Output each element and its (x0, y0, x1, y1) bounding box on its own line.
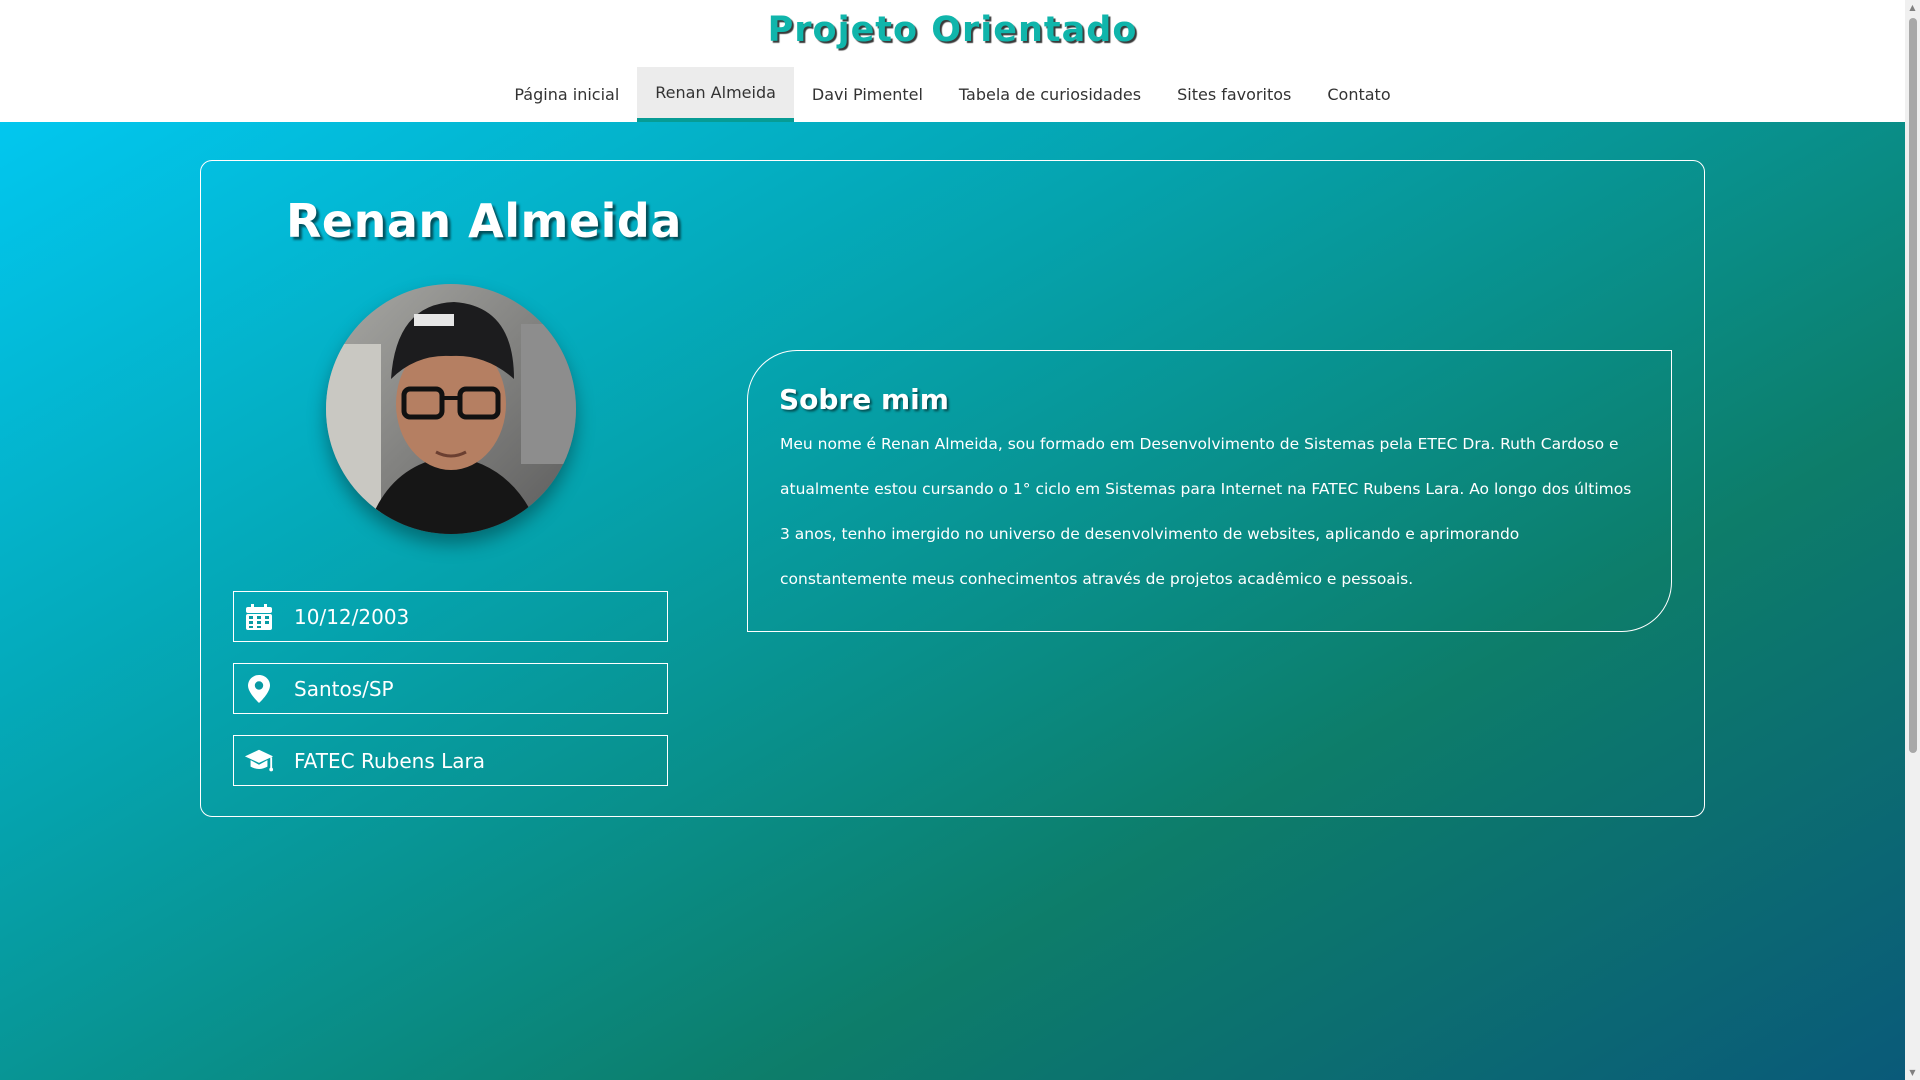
site-title: Projeto Orientado (767, 10, 1138, 50)
nav-item-sites-favoritos[interactable]: Sites favoritos (1159, 67, 1309, 122)
about-title: Sobre mim (779, 383, 949, 416)
info-location: Santos/SP (233, 663, 668, 714)
graduation-cap-icon (244, 746, 274, 776)
profile-card: Renan Almeida 10/12/2003 Santos/SP FATEC… (200, 160, 1705, 817)
nav-item-davi-pimentel[interactable]: Davi Pimentel (794, 67, 941, 122)
profile-photo (326, 284, 576, 534)
main-nav: Página inicial Renan Almeida Davi Piment… (0, 67, 1905, 122)
nav-item-contato[interactable]: Contato (1309, 67, 1408, 122)
profile-photo-image (326, 284, 576, 534)
school-text: FATEC Rubens Lara (294, 748, 485, 773)
info-school: FATEC Rubens Lara (233, 735, 668, 786)
vertical-scrollbar[interactable]: ▲ ▼ (1905, 0, 1920, 1080)
site-header: Projeto Orientado Página inicial Renan A… (0, 0, 1905, 122)
scroll-thumb[interactable] (1909, 18, 1917, 753)
info-birthdate: 10/12/2003 (233, 591, 668, 642)
birthdate-text: 10/12/2003 (294, 604, 410, 629)
location-text: Santos/SP (294, 676, 394, 701)
about-text: Meu nome é Renan Almeida, sou formado em… (780, 435, 1632, 588)
main-content: Renan Almeida 10/12/2003 Santos/SP FATEC… (0, 122, 1905, 1080)
about-section: Sobre mim Meu nome é Renan Almeida, sou … (747, 350, 1672, 632)
map-pin-icon (244, 674, 274, 704)
scroll-up-arrow-icon[interactable]: ▲ (1905, 0, 1920, 15)
nav-item-renan-almeida[interactable]: Renan Almeida (637, 67, 794, 122)
nav-item-tabela-de-curiosidades[interactable]: Tabela de curiosidades (941, 67, 1159, 122)
scroll-down-arrow-icon[interactable]: ▼ (1905, 1065, 1920, 1080)
profile-name: Renan Almeida (286, 194, 682, 248)
nav-item-pagina-inicial[interactable]: Página inicial (496, 67, 637, 122)
calendar-icon (244, 602, 274, 632)
